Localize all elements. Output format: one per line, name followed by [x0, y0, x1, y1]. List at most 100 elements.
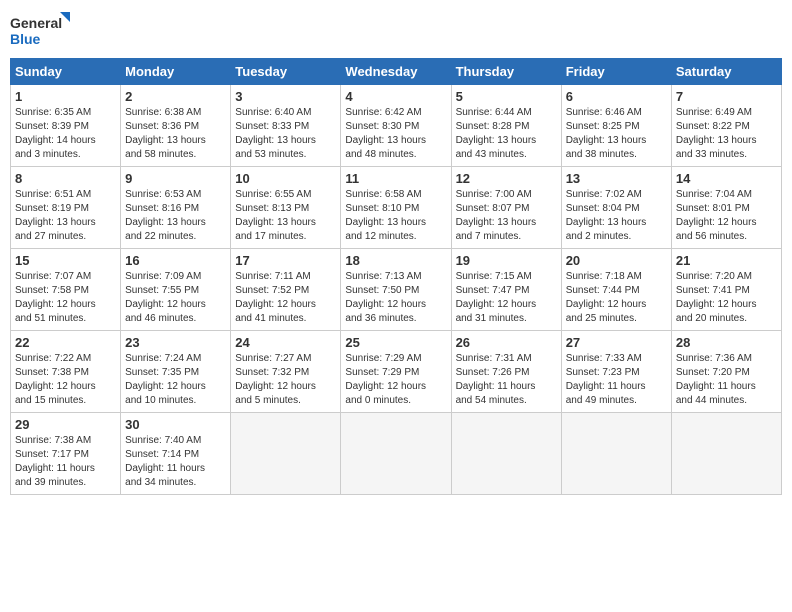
day-cell: 15 Sunrise: 7:07 AM Sunset: 7:58 PM Dayli…: [11, 249, 121, 331]
svg-text:Blue: Blue: [10, 31, 41, 47]
day-info: Sunrise: 6:38 AM Sunset: 8:36 PM Dayligh…: [125, 106, 226, 162]
day-number: 25: [345, 335, 446, 350]
day-number: 4: [345, 89, 446, 104]
header-cell-saturday: Saturday: [671, 59, 781, 85]
day-number: 27: [566, 335, 667, 350]
day-cell: 27 Sunrise: 7:33 AM Sunset: 7:23 PM Dayli…: [561, 331, 671, 413]
day-number: 17: [235, 253, 336, 268]
day-number: 12: [456, 171, 557, 186]
day-number: 16: [125, 253, 226, 268]
day-number: 8: [15, 171, 116, 186]
day-cell: 18Sunrise: 7:13 AM Sunset: 7:50 PM Dayli…: [341, 249, 451, 331]
day-info: Sunrise: 7:00 AM Sunset: 8:07 PM Dayligh…: [456, 188, 557, 244]
day-info: Sunrise: 7:36 AM Sunset: 7:20 PM Dayligh…: [676, 352, 777, 408]
header-cell-tuesday: Tuesday: [231, 59, 341, 85]
day-info: Sunrise: 7:38 AM Sunset: 7:17 PM Dayligh…: [15, 434, 116, 490]
day-cell: 25 Sunrise: 7:29 AM Sunset: 7:29 PM Dayli…: [341, 331, 451, 413]
day-cell: 1Sunrise: 6:35 AM Sunset: 8:39 PM Daylig…: [11, 85, 121, 167]
day-cell: 13 Sunrise: 7:02 AM Sunset: 8:04 PM Dayli…: [561, 167, 671, 249]
day-info: Sunrise: 7:09 AM Sunset: 7:55 PM Dayligh…: [125, 270, 226, 326]
day-cell: 3 Sunrise: 6:40 AM Sunset: 8:33 PM Daylig…: [231, 85, 341, 167]
day-cell: 22 Sunrise: 7:22 AM Sunset: 7:38 PM Dayli…: [11, 331, 121, 413]
day-info: Sunrise: 7:18 AM Sunset: 7:44 PM Dayligh…: [566, 270, 667, 326]
day-info: Sunrise: 6:44 AM Sunset: 8:28 PM Dayligh…: [456, 106, 557, 162]
day-info: Sunrise: 6:40 AM Sunset: 8:33 PM Dayligh…: [235, 106, 336, 162]
logo: General Blue: [10, 10, 70, 50]
week-row-2: 8Sunrise: 6:51 AM Sunset: 8:19 PM Daylig…: [11, 167, 782, 249]
week-row-4: 22 Sunrise: 7:22 AM Sunset: 7:38 PM Dayli…: [11, 331, 782, 413]
day-number: 13: [566, 171, 667, 186]
week-row-1: 1Sunrise: 6:35 AM Sunset: 8:39 PM Daylig…: [11, 85, 782, 167]
day-number: 14: [676, 171, 777, 186]
day-number: 24: [235, 335, 336, 350]
header-cell-thursday: Thursday: [451, 59, 561, 85]
day-info: Sunrise: 7:31 AM Sunset: 7:26 PM Dayligh…: [456, 352, 557, 408]
day-number: 19: [456, 253, 557, 268]
day-info: Sunrise: 6:58 AM Sunset: 8:10 PM Dayligh…: [345, 188, 446, 244]
day-number: 23: [125, 335, 226, 350]
day-cell: 28 Sunrise: 7:36 AM Sunset: 7:20 PM Dayli…: [671, 331, 781, 413]
day-info: Sunrise: 7:04 AM Sunset: 8:01 PM Dayligh…: [676, 188, 777, 244]
day-info: Sunrise: 7:07 AM Sunset: 7:58 PM Dayligh…: [15, 270, 116, 326]
day-info: Sunrise: 6:46 AM Sunset: 8:25 PM Dayligh…: [566, 106, 667, 162]
day-info: Sunrise: 7:29 AM Sunset: 7:29 PM Dayligh…: [345, 352, 446, 408]
day-cell: [341, 413, 451, 495]
day-info: Sunrise: 7:27 AM Sunset: 7:32 PM Dayligh…: [235, 352, 336, 408]
day-number: 9: [125, 171, 226, 186]
day-cell: 21 Sunrise: 7:20 AM Sunset: 7:41 PM Dayli…: [671, 249, 781, 331]
day-number: 21: [676, 253, 777, 268]
day-cell: 29 Sunrise: 7:38 AM Sunset: 7:17 PM Dayli…: [11, 413, 121, 495]
day-number: 2: [125, 89, 226, 104]
day-number: 11: [345, 171, 446, 186]
day-number: 7: [676, 89, 777, 104]
day-info: Sunrise: 7:11 AM Sunset: 7:52 PM Dayligh…: [235, 270, 336, 326]
day-number: 3: [235, 89, 336, 104]
day-number: 26: [456, 335, 557, 350]
day-number: 22: [15, 335, 116, 350]
day-info: Sunrise: 7:15 AM Sunset: 7:47 PM Dayligh…: [456, 270, 557, 326]
day-info: Sunrise: 6:42 AM Sunset: 8:30 PM Dayligh…: [345, 106, 446, 162]
logo-svg: General Blue: [10, 10, 70, 50]
calendar-header-row: SundayMondayTuesdayWednesdayThursdayFrid…: [11, 59, 782, 85]
day-cell: 8Sunrise: 6:51 AM Sunset: 8:19 PM Daylig…: [11, 167, 121, 249]
day-number: 20: [566, 253, 667, 268]
header-cell-sunday: Sunday: [11, 59, 121, 85]
day-cell: 10Sunrise: 6:55 AM Sunset: 8:13 PM Dayli…: [231, 167, 341, 249]
day-cell: 14 Sunrise: 7:04 AM Sunset: 8:01 PM Dayli…: [671, 167, 781, 249]
calendar-table: SundayMondayTuesdayWednesdayThursdayFrid…: [10, 58, 782, 495]
header-cell-wednesday: Wednesday: [341, 59, 451, 85]
day-cell: 16 Sunrise: 7:09 AM Sunset: 7:55 PM Dayli…: [121, 249, 231, 331]
week-row-5: 29 Sunrise: 7:38 AM Sunset: 7:17 PM Dayli…: [11, 413, 782, 495]
day-info: Sunrise: 7:22 AM Sunset: 7:38 PM Dayligh…: [15, 352, 116, 408]
day-number: 1: [15, 89, 116, 104]
day-info: Sunrise: 7:40 AM Sunset: 7:14 PM Dayligh…: [125, 434, 226, 490]
header-cell-monday: Monday: [121, 59, 231, 85]
day-info: Sunrise: 7:33 AM Sunset: 7:23 PM Dayligh…: [566, 352, 667, 408]
day-cell: 23 Sunrise: 7:24 AM Sunset: 7:35 PM Dayli…: [121, 331, 231, 413]
day-number: 18: [345, 253, 446, 268]
day-number: 29: [15, 417, 116, 432]
week-row-3: 15 Sunrise: 7:07 AM Sunset: 7:58 PM Dayli…: [11, 249, 782, 331]
day-cell: 5Sunrise: 6:44 AM Sunset: 8:28 PM Daylig…: [451, 85, 561, 167]
day-info: Sunrise: 7:02 AM Sunset: 8:04 PM Dayligh…: [566, 188, 667, 244]
day-number: 6: [566, 89, 667, 104]
svg-text:General: General: [10, 15, 62, 31]
day-cell: 17 Sunrise: 7:11 AM Sunset: 7:52 PM Dayli…: [231, 249, 341, 331]
header: General Blue: [10, 10, 782, 50]
day-cell: 2 Sunrise: 6:38 AM Sunset: 8:36 PM Daylig…: [121, 85, 231, 167]
day-info: Sunrise: 6:53 AM Sunset: 8:16 PM Dayligh…: [125, 188, 226, 244]
day-number: 15: [15, 253, 116, 268]
day-cell: 30 Sunrise: 7:40 AM Sunset: 7:14 PM Dayli…: [121, 413, 231, 495]
day-cell: [561, 413, 671, 495]
day-info: Sunrise: 7:24 AM Sunset: 7:35 PM Dayligh…: [125, 352, 226, 408]
day-info: Sunrise: 6:55 AM Sunset: 8:13 PM Dayligh…: [235, 188, 336, 244]
day-number: 30: [125, 417, 226, 432]
day-cell: [671, 413, 781, 495]
day-cell: 11 Sunrise: 6:58 AM Sunset: 8:10 PM Dayli…: [341, 167, 451, 249]
day-number: 28: [676, 335, 777, 350]
day-cell: 26 Sunrise: 7:31 AM Sunset: 7:26 PM Dayli…: [451, 331, 561, 413]
day-cell: 6 Sunrise: 6:46 AM Sunset: 8:25 PM Daylig…: [561, 85, 671, 167]
day-info: Sunrise: 7:20 AM Sunset: 7:41 PM Dayligh…: [676, 270, 777, 326]
header-cell-friday: Friday: [561, 59, 671, 85]
day-cell: 4 Sunrise: 6:42 AM Sunset: 8:30 PM Daylig…: [341, 85, 451, 167]
